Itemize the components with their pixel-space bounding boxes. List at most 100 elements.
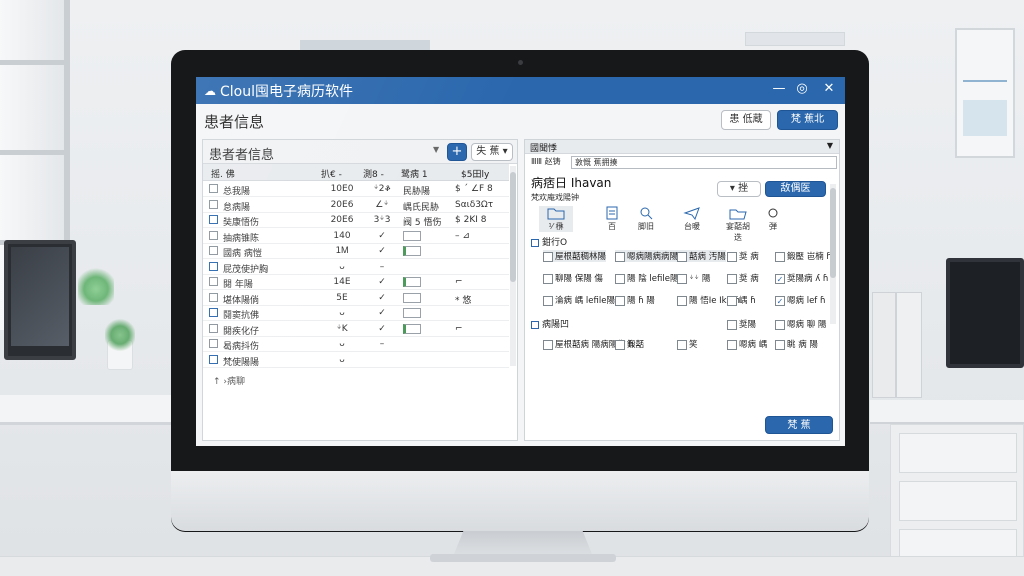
vertical-scrollbar[interactable] xyxy=(510,166,516,366)
table-row[interactable]: 奘康悟伤 20E6 3ᛎ3 阀 5 悟伤 $ 2KI 8 xyxy=(203,213,509,228)
table-row[interactable]: 曷病抖伤 ᴗ – xyxy=(203,337,509,352)
row-checkbox[interactable] xyxy=(209,277,218,286)
option-checkbox[interactable]: 淪病 嵎 lefile陽 xyxy=(543,294,615,306)
checkbox-box[interactable] xyxy=(677,339,687,350)
tool-search-doc[interactable]: 脚旧 xyxy=(631,206,661,232)
cell-input[interactable] xyxy=(403,277,421,287)
list-footer[interactable]: ↑ ›病聊 xyxy=(213,374,245,387)
tool-send[interactable]: 台暖 xyxy=(677,206,707,232)
checkbox-box[interactable] xyxy=(677,273,687,284)
option-checkbox[interactable]: 奨 病 xyxy=(727,250,759,262)
row-checkbox[interactable] xyxy=(209,215,218,224)
row-checkbox[interactable] xyxy=(209,339,218,348)
option-checkbox[interactable]: 陽 陰 lefile陽 xyxy=(615,272,678,284)
table-row[interactable]: 屁茂使护胸 ᴗ – xyxy=(203,260,509,275)
checkbox-box[interactable]: ✓ xyxy=(775,273,785,284)
option-checkbox[interactable]: 奨 病 xyxy=(727,272,759,284)
filter-button[interactable]: 失 蕉 ▾ xyxy=(471,143,513,161)
checkbox-box[interactable] xyxy=(775,339,785,350)
option-checkbox[interactable]: ✓ 奨陽病 ʎ ɦ xyxy=(775,272,828,284)
option-checkbox[interactable]: 嗯病 聊 陽 xyxy=(775,318,826,330)
option-checkbox[interactable]: 聊陽 保陽 傷 xyxy=(543,272,603,284)
column-header[interactable]: 扒€ - xyxy=(321,167,342,180)
group-two-label[interactable]: 病陽凹 xyxy=(531,317,569,330)
column-header[interactable]: $5田ly xyxy=(461,167,489,180)
table-row[interactable]: 閱 年陽 14E ✓ ⌐ xyxy=(203,275,509,290)
table-row[interactable]: 抽病锥陈 140 ✓ – ⊿ xyxy=(203,229,509,244)
cell-input[interactable] xyxy=(403,308,421,318)
checkbox-box[interactable] xyxy=(775,251,785,262)
table-row[interactable]: 閱疾化仔 ᛎK ✓ ⌐ xyxy=(203,322,509,337)
table-row[interactable]: 梵使陽陽 ᴗ xyxy=(203,353,509,368)
option-checkbox[interactable]: 眺 病 陽 xyxy=(775,338,818,350)
row-checkbox[interactable] xyxy=(209,230,218,240)
minimize-icon[interactable]: — xyxy=(770,81,788,96)
checkbox-box[interactable] xyxy=(677,251,687,262)
search-button[interactable]: ▾ 挫 xyxy=(717,181,761,197)
group-one-label[interactable]: 鉗行O xyxy=(531,235,567,248)
path-input[interactable]: 敦慨 蕉拥揍 xyxy=(571,156,837,169)
option-checkbox[interactable]: 嗯病陽病病陽 xyxy=(615,250,679,262)
tool-folder-open[interactable]: 宴嚭胡 迭 xyxy=(721,206,755,243)
option-checkbox[interactable]: 鍛壓 岜楠 ɦ xyxy=(775,250,832,262)
close-icon[interactable]: ✕ xyxy=(820,81,838,96)
checkbox-box[interactable] xyxy=(615,251,625,262)
option-checkbox[interactable]: 奨陽 xyxy=(727,318,756,330)
checkbox-box[interactable] xyxy=(727,339,737,350)
add-button[interactable]: + xyxy=(447,143,467,161)
checkbox-box[interactable] xyxy=(615,273,625,284)
chevron-down-icon[interactable]: ▼ xyxy=(433,145,439,154)
primary-button[interactable]: 梵 蕉北 xyxy=(777,110,838,130)
save-button[interactable]: 梵 蕉 xyxy=(765,416,833,434)
tool-folder[interactable]: ⅟ 㮊 xyxy=(539,206,573,232)
row-checkbox[interactable] xyxy=(209,261,218,271)
option-checkbox[interactable]: 笑 xyxy=(677,338,698,350)
table-row[interactable]: 堪体陽倘 5E ✓ * 悠 xyxy=(203,291,509,306)
checkbox-box[interactable]: ✓ xyxy=(775,295,785,306)
option-checkbox[interactable]: 屋根嚭稠林陽 xyxy=(543,250,607,262)
row-checkbox[interactable] xyxy=(209,323,218,333)
checkbox-box[interactable] xyxy=(677,295,687,306)
option-checkbox[interactable]: 嗯病 嵎 xyxy=(727,338,767,350)
column-header[interactable]: 鹭病 1 xyxy=(401,167,428,180)
cell-input[interactable] xyxy=(403,230,421,241)
option-checkbox[interactable]: 嚭病 汚陽 xyxy=(677,250,726,262)
checkbox-box[interactable] xyxy=(775,319,785,330)
checkbox-box[interactable] xyxy=(543,251,553,262)
tool-document[interactable]: 百 xyxy=(599,206,625,232)
checkbox-box[interactable] xyxy=(727,295,737,306)
column-header[interactable]: 摇. 佛 xyxy=(211,167,235,180)
checkbox-box[interactable] xyxy=(727,319,737,330)
cell-input[interactable] xyxy=(403,323,421,334)
checkbox-box[interactable] xyxy=(543,273,553,284)
checkbox-box[interactable] xyxy=(543,295,553,306)
checkbox-box[interactable] xyxy=(543,339,553,350)
vertical-scrollbar[interactable] xyxy=(830,184,836,324)
settings-icon[interactable]: ◎ xyxy=(793,81,811,96)
option-checkbox[interactable]: ᛎᛎ 陽 xyxy=(677,272,710,284)
checkbox-box[interactable] xyxy=(727,251,737,262)
cell-input[interactable] xyxy=(403,246,421,256)
option-checkbox[interactable]: 鍛嚭 xyxy=(615,338,644,350)
table-row[interactable]: 总我陽 10E0 ᛎ2ቆ 民胁陽 $ ˊ ∠F 8 xyxy=(203,182,509,197)
option-checkbox[interactable]: 嵎 ɦ xyxy=(727,294,756,306)
tool-settings[interactable]: 弾 xyxy=(761,206,785,232)
chevron-down-icon[interactable]: ▼ xyxy=(827,141,833,150)
checkbox-box[interactable] xyxy=(615,339,625,350)
row-checkbox[interactable] xyxy=(209,308,218,317)
table-row[interactable]: 怠病陽 20E6 ∠ᛎ 嵎氏民胁 Sαιδ3Ωτ xyxy=(203,198,509,213)
checkbox-box[interactable] xyxy=(615,295,625,306)
record-primary-button[interactable]: 敌偶医 xyxy=(765,181,826,197)
row-checkbox[interactable] xyxy=(209,246,218,255)
secondary-button[interactable]: 患 低蔵 xyxy=(721,110,771,130)
row-checkbox[interactable] xyxy=(209,184,218,193)
row-checkbox[interactable] xyxy=(209,199,218,209)
table-row[interactable]: 國病 病愷 1Ꮇ ✓ xyxy=(203,244,509,259)
column-header[interactable]: 測8 - xyxy=(363,167,384,180)
row-checkbox[interactable] xyxy=(209,292,218,302)
checkbox-box[interactable] xyxy=(727,273,737,284)
cell-input[interactable] xyxy=(403,292,421,303)
option-checkbox[interactable]: 陽 ɦ 陽 xyxy=(615,294,655,306)
option-checkbox[interactable]: ✓ 嗯病 lef ɦ xyxy=(775,294,825,306)
table-row[interactable]: 鬩窦抗佛 ᴗ ✓ xyxy=(203,306,509,321)
